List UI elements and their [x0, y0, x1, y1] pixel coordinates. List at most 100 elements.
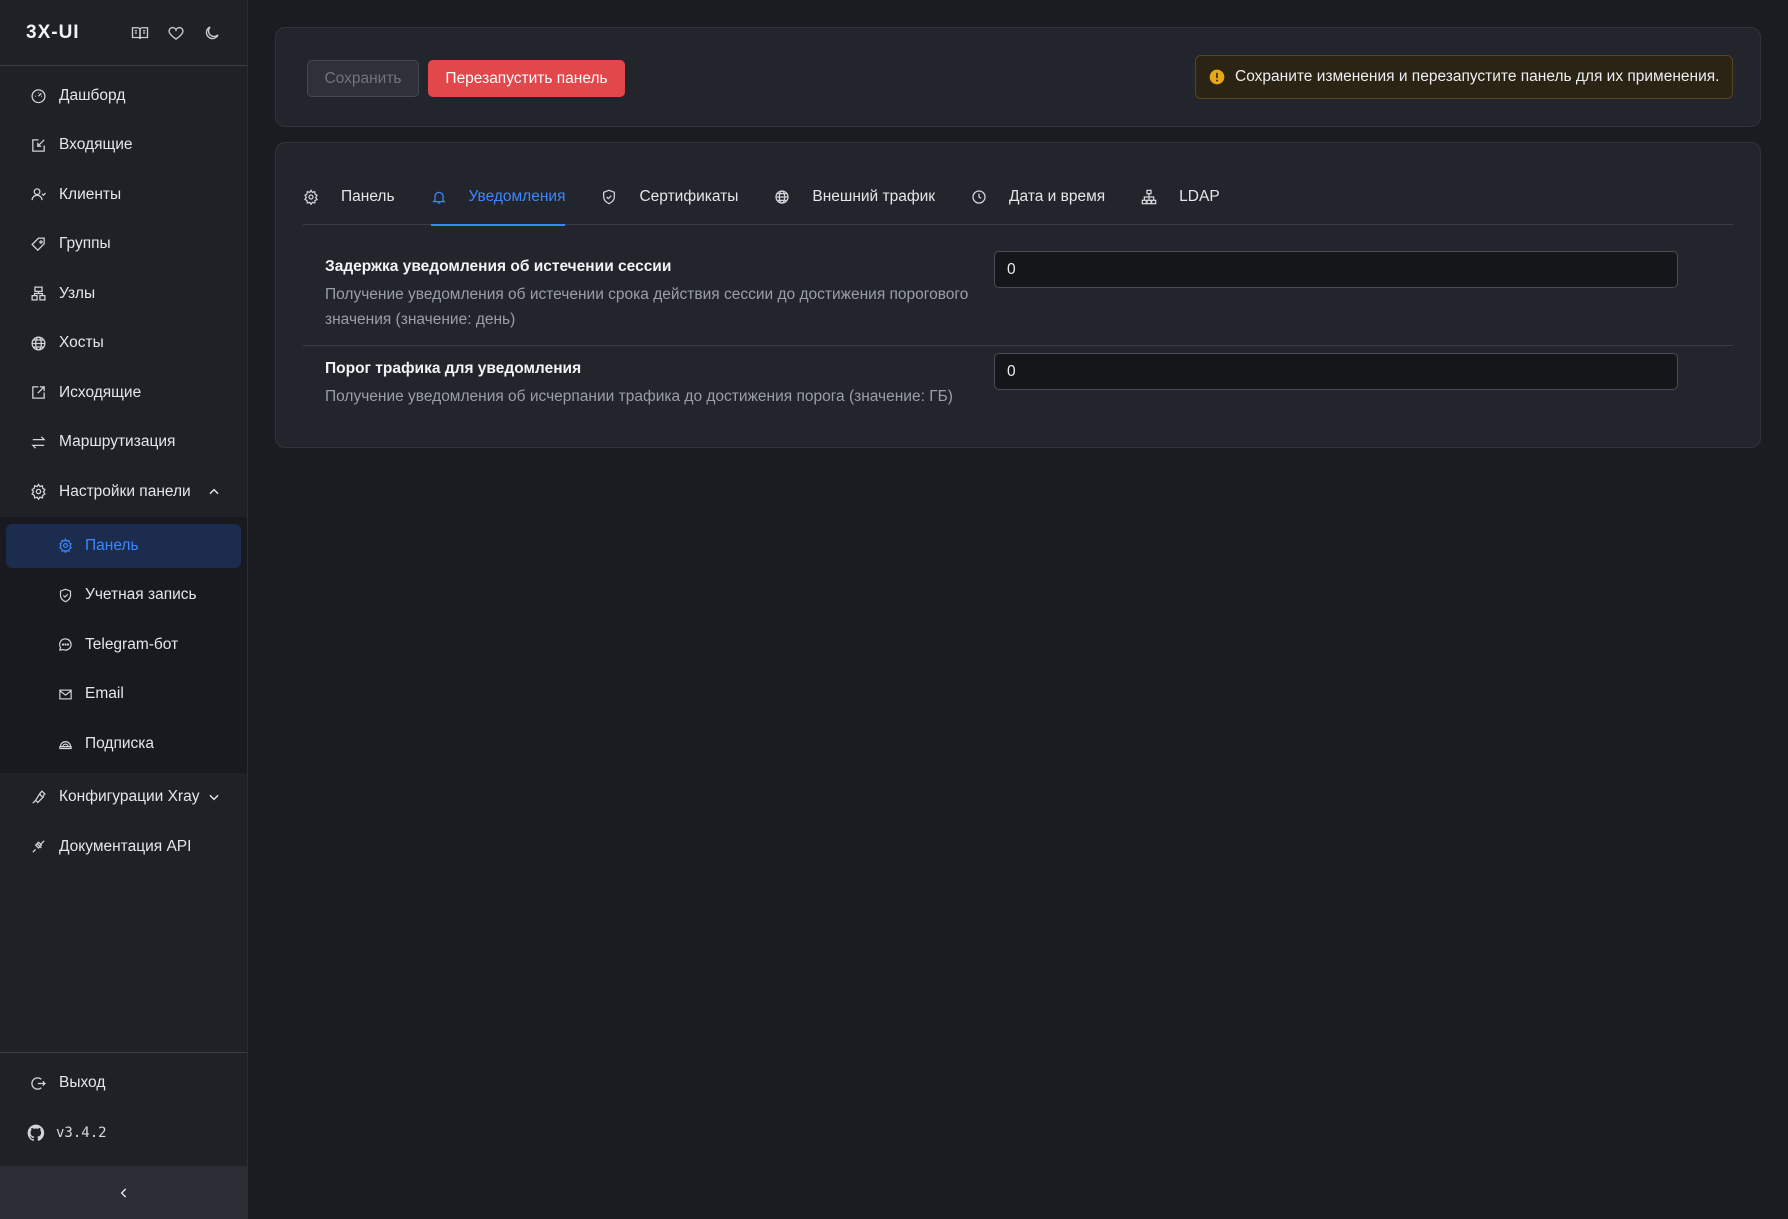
tool-icon: [30, 789, 47, 806]
setting-traffic-threshold: Порог трафика для уведомления Получение …: [303, 353, 1733, 423]
sidebar-subitem-label: Telegram-бот: [85, 635, 179, 653]
chevron-left-icon: [117, 1186, 131, 1200]
book-icon[interactable]: [131, 24, 149, 42]
sidebar-footer: Выход v3.4.2: [0, 1052, 247, 1155]
nodes-icon: [30, 285, 47, 302]
sidebar-subitem-account[interactable]: Учетная запись: [0, 571, 247, 621]
gear-icon: [58, 538, 73, 553]
sidebar-subitem-telegram[interactable]: Telegram-бот: [0, 620, 247, 670]
tab-date-time[interactable]: Дата и время: [971, 169, 1105, 225]
globe-icon: [30, 335, 47, 352]
gear-icon: [303, 188, 319, 205]
chevron-up-icon: [207, 485, 221, 499]
outbound-icon: [30, 384, 47, 401]
sidebar-item-label: Дашборд: [59, 86, 126, 104]
version-label: v3.4.2: [56, 1125, 107, 1141]
sidebar-item-label: Узлы: [59, 284, 96, 302]
logout-label: Выход: [59, 1074, 106, 1091]
chevron-down-icon: [207, 790, 221, 804]
sidebar-item-dashboard[interactable]: Дашборд: [0, 71, 247, 121]
moon-icon[interactable]: [203, 24, 221, 42]
sidebar-item-outbounds[interactable]: Исходящие: [0, 368, 247, 418]
sidebar-item-nodes[interactable]: Узлы: [0, 269, 247, 319]
settings-tabs: Панель Уведомления Сертификаты Внешний т…: [303, 169, 1733, 226]
session-expiry-delay-input[interactable]: [994, 251, 1678, 288]
clock-icon: [971, 189, 987, 205]
sidebar-subitem-subscription[interactable]: Подписка: [0, 719, 247, 769]
tab-label: Панель: [341, 187, 395, 205]
chat-icon: [58, 637, 73, 652]
sidebar-item-panel-settings[interactable]: Настройки панели: [0, 467, 247, 517]
tab-ldap[interactable]: LDAP: [1141, 169, 1220, 225]
sidebar-item-inbounds[interactable]: Входящие: [0, 121, 247, 171]
sidebar-collapse-button[interactable]: [0, 1166, 247, 1219]
warning-icon: [1209, 69, 1225, 85]
sidebar-subitem-label: Панель: [85, 536, 139, 554]
tab-external-traffic[interactable]: Внешний трафик: [774, 169, 935, 225]
tab-panel[interactable]: Панель: [303, 169, 395, 225]
settings-card: Панель Уведомления Сертификаты Внешний т…: [275, 142, 1761, 448]
shield-icon: [601, 189, 617, 205]
tab-label: Уведомления: [468, 187, 566, 205]
sidebar-item-label: Хосты: [59, 334, 104, 352]
mail-icon: [58, 687, 73, 702]
logout-button[interactable]: Выход: [0, 1055, 247, 1111]
setting-title: Задержка уведомления об истечении сессии: [325, 258, 672, 275]
sidebar-subitem-email[interactable]: Email: [0, 670, 247, 720]
logout-icon: [30, 1075, 47, 1092]
sidebar-item-xray-configs[interactable]: Конфигурации Xray: [0, 773, 247, 823]
sidebar-header: 3X-UI: [0, 0, 247, 66]
dashboard-icon: [30, 87, 47, 104]
sidebar-subitem-label: Email: [85, 685, 124, 703]
tab-label: Внешний трафик: [812, 187, 936, 205]
setting-description: Получение уведомления об исчерпании траф…: [325, 388, 953, 405]
alert-text: Сохраните изменения и перезапустите пане…: [1235, 68, 1720, 85]
sidebar-item-label: Группы: [59, 235, 111, 253]
traffic-threshold-input[interactable]: [994, 353, 1678, 390]
sidebar-item-label: Входящие: [59, 136, 133, 154]
sidebar-item-hosts[interactable]: Хосты: [0, 319, 247, 369]
globe-icon: [774, 189, 790, 205]
api-icon: [30, 838, 47, 855]
sidebar-item-label: Клиенты: [59, 185, 122, 203]
sidebar-menu-lower: Конфигурации Xray Документация API: [0, 773, 247, 872]
sidebar-item-label: Исходящие: [59, 383, 142, 401]
sidebar-item-label: Конфигурации Xray: [59, 788, 200, 806]
sidebar-subitem-label: Подписка: [85, 734, 155, 752]
bell-icon: [431, 189, 447, 205]
setting-description: Получение уведомления об истечении срока…: [325, 286, 969, 328]
sidebar-item-clients[interactable]: Клиенты: [0, 170, 247, 220]
setting-session-expiry-delay: Задержка уведомления об истечении сессии…: [303, 251, 1733, 346]
sidebar-subitem-label: Учетная запись: [85, 586, 197, 604]
brand-logo[interactable]: 3X-UI: [26, 22, 131, 44]
tab-label: Сертификаты: [639, 187, 739, 205]
sidebar: 3X-UI Дашборд Входящие Клиенты Группы Уз…: [0, 0, 248, 1219]
tab-certificates[interactable]: Сертификаты: [601, 169, 738, 225]
sidebar-item-label: Документация API: [59, 837, 192, 855]
restart-warning-alert: Сохраните изменения и перезапустите пане…: [1195, 55, 1733, 99]
gear-icon: [30, 483, 47, 501]
restart-panel-button[interactable]: Перезапустить панель: [428, 60, 625, 97]
github-icon: [26, 1123, 46, 1143]
routing-icon: [30, 434, 47, 451]
sidebar-item-label: Маршрутизация: [59, 433, 176, 451]
clients-icon: [30, 186, 47, 203]
heart-icon[interactable]: [167, 24, 185, 42]
github-version-link[interactable]: v3.4.2: [0, 1111, 247, 1155]
tab-label: LDAP: [1179, 187, 1220, 205]
inbound-icon: [30, 137, 47, 154]
sidebar-item-routing[interactable]: Маршрутизация: [0, 418, 247, 468]
sidebar-item-api-docs[interactable]: Документация API: [0, 822, 247, 872]
sidebar-subitem-panel[interactable]: Панель: [6, 523, 241, 568]
sidebar-item-groups[interactable]: Группы: [0, 220, 247, 270]
sidebar-item-label: Настройки панели: [59, 482, 191, 500]
tab-label: Дата и время: [1009, 187, 1106, 205]
groups-icon: [30, 236, 47, 253]
panel-settings-submenu: Панель Учетная запись Telegram-бот Email…: [0, 516, 247, 773]
subscription-icon: [58, 736, 73, 751]
tab-notifications[interactable]: Уведомления: [430, 169, 566, 226]
actions-card: Сохранить Перезапустить панель Сохраните…: [275, 27, 1761, 127]
save-button[interactable]: Сохранить: [307, 60, 419, 97]
setting-title: Порог трафика для уведомления: [325, 360, 582, 377]
shield-icon: [58, 588, 73, 603]
